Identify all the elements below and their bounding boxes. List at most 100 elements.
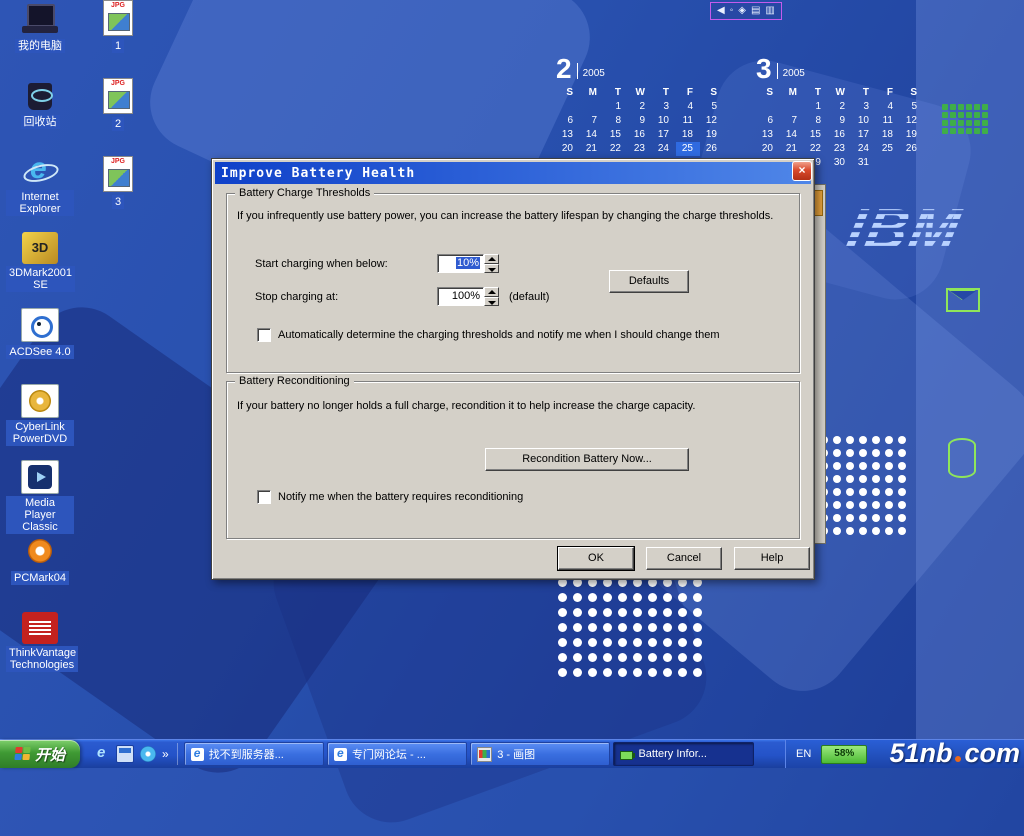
dialog-titlebar[interactable]: Improve Battery Health	[215, 162, 811, 184]
calendar-day-header: W	[628, 86, 652, 100]
taskbar-task-3[interactable]: Battery Infor...	[613, 742, 753, 766]
start-threshold-spinner	[484, 254, 499, 273]
battery-tray-indicator[interactable]: 58%	[821, 745, 867, 764]
dot	[603, 593, 612, 602]
dot	[633, 623, 642, 632]
ie-quick-icon[interactable]	[94, 746, 110, 762]
dot	[558, 638, 567, 647]
taskbar-task-0[interactable]: 找不到服务器...	[184, 742, 324, 766]
calendar-day	[556, 100, 580, 114]
taskbar-task-2[interactable]: 3 - 画图	[470, 742, 610, 766]
recondition-battery-button[interactable]: Recondition Battery Now...	[485, 448, 689, 471]
dot	[898, 527, 906, 535]
dot	[833, 462, 841, 470]
desktop-icon-threedmark[interactable]: 3DMark2001 SE	[6, 232, 74, 308]
calendar-day-header: F	[676, 86, 700, 100]
quick-launch-chevron-icon[interactable]: »	[162, 747, 169, 761]
desktop-icon-my-computer[interactable]: 我的电脑	[6, 4, 74, 80]
calendar-day: 8	[804, 114, 828, 128]
plug-icon: ◀	[717, 6, 725, 16]
threedmark-icon	[22, 232, 58, 264]
ok-button[interactable]: OK	[558, 547, 634, 570]
dot	[872, 436, 880, 444]
dot	[846, 488, 854, 496]
dot	[558, 608, 567, 617]
dot	[898, 501, 906, 509]
wallpaper-widget: ◀◦◈▤▥	[710, 2, 782, 20]
dot	[573, 608, 582, 617]
media-quick-icon[interactable]	[140, 746, 156, 762]
desktop-icon-label: ACDSee 4.0	[6, 345, 73, 359]
defaults-button[interactable]: Defaults	[609, 270, 689, 293]
desktop-icon-jpg-file[interactable]: 1	[92, 0, 144, 78]
dot	[693, 608, 702, 617]
calendar-day: 20	[756, 142, 780, 156]
calendar-day	[580, 100, 604, 114]
dot	[859, 514, 867, 522]
start-threshold-input[interactable]: 10%	[437, 254, 484, 273]
thresholds-description: If you infrequently use battery power, y…	[237, 210, 773, 222]
spin-up-button[interactable]	[484, 254, 499, 264]
dot	[859, 462, 867, 470]
start-threshold-spinbox: 10%	[437, 254, 499, 273]
dot	[633, 653, 642, 662]
calendar-day: 5	[700, 100, 724, 114]
desktop-icon-label: 回收站	[21, 115, 60, 129]
dot	[558, 668, 567, 677]
spin-down-button[interactable]	[484, 264, 499, 274]
dot	[833, 436, 841, 444]
calendar-day: 31	[852, 156, 876, 170]
language-indicator[interactable]: EN	[796, 748, 811, 760]
calendar-day: 1	[804, 100, 828, 114]
calendar-day: 22	[604, 142, 628, 156]
jpg-file-icon	[103, 78, 133, 114]
calendar-day: 26	[700, 142, 724, 156]
dot	[573, 668, 582, 677]
calendar-day-header: S	[900, 86, 924, 100]
desktop-icon-recycle-bin[interactable]: 回收站	[6, 80, 74, 156]
calendar-day	[876, 156, 900, 170]
desktop-icon-acdsee[interactable]: ACDSee 4.0	[6, 308, 74, 384]
dot-pattern-small	[820, 436, 906, 535]
notify-reconditioning-checkbox[interactable]	[257, 490, 271, 504]
dot	[885, 527, 893, 535]
spin-down-button[interactable]	[484, 297, 499, 307]
calendar-day: 4	[676, 100, 700, 114]
wallpaper-right-panel	[916, 0, 1024, 768]
desktop-icon-jpg-file[interactable]: 2	[92, 78, 144, 156]
desktop-icon-label: PCMark04	[11, 571, 69, 585]
stop-charging-label: Stop charging at:	[255, 291, 338, 303]
calendar-day: 14	[780, 128, 804, 142]
close-button[interactable]: ×	[792, 161, 812, 181]
taskbar-task-1[interactable]: 专门网论坛 - ...	[327, 742, 467, 766]
dot	[885, 501, 893, 509]
dot	[648, 653, 657, 662]
desktop-icon-internet-explorer[interactable]: Internet Explorer	[6, 156, 74, 232]
dot	[588, 593, 597, 602]
help-button[interactable]: Help	[734, 547, 810, 570]
desktop-icon-pcmark[interactable]: PCMark04	[6, 536, 74, 612]
auto-determine-checkbox[interactable]	[257, 328, 271, 342]
dot	[693, 593, 702, 602]
desktop-icon-powerdvd[interactable]: CyberLink PowerDVD	[6, 384, 74, 460]
desktop-quick-icon[interactable]	[116, 745, 134, 763]
dot	[885, 436, 893, 444]
start-button[interactable]: 开始	[0, 740, 80, 768]
stop-threshold-spinner	[484, 287, 499, 306]
desktop-icon-label: ThinkVantage Technologies	[6, 646, 78, 672]
dot	[885, 488, 893, 496]
desktop-icon-label: CyberLink PowerDVD	[6, 420, 74, 446]
dot	[558, 593, 567, 602]
desktop-icon-media-player-classic[interactable]: Media Player Classic	[6, 460, 74, 536]
calendar-day-header: S	[700, 86, 724, 100]
desktop-icon-thinkvantage[interactable]: ThinkVantage Technologies	[6, 612, 74, 688]
desktop-icon-jpg-file[interactable]: 3	[92, 156, 144, 234]
cancel-button[interactable]: Cancel	[646, 547, 722, 570]
reconditioning-description: If your battery no longer holds a full c…	[237, 400, 695, 412]
desktop: { "wallpaper": { "ibm_logo": "IBM", "wid…	[0, 0, 1024, 768]
calendar-day: 23	[828, 142, 852, 156]
spin-up-button[interactable]	[484, 287, 499, 297]
dot	[872, 514, 880, 522]
calendar-february: 2 2005 SMTWTFS 1234567891011121314151617…	[556, 56, 726, 170]
stop-threshold-input[interactable]: 100%	[437, 287, 484, 306]
